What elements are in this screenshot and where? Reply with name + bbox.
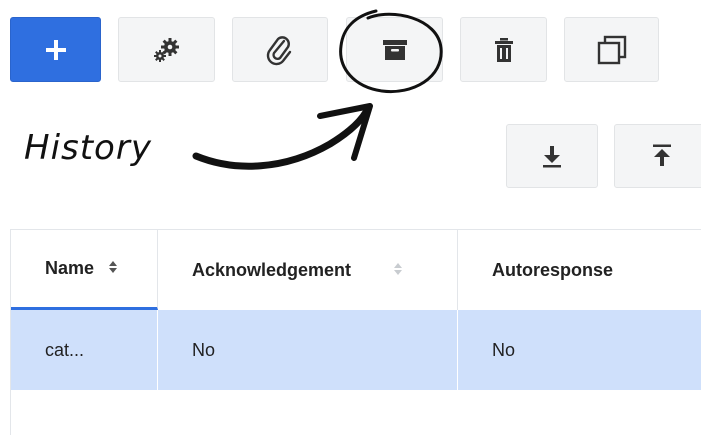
delete-button[interactable]: [460, 17, 547, 82]
settings-button[interactable]: [118, 17, 215, 82]
copy-button[interactable]: [564, 17, 659, 82]
paperclip-icon: [266, 35, 292, 65]
table-row[interactable]: cat... No No: [11, 310, 701, 390]
column-header-acknowledgement[interactable]: Acknowledgement: [158, 230, 458, 310]
history-annotation-label: History: [24, 128, 152, 168]
history-button[interactable]: [346, 17, 443, 82]
attachment-button[interactable]: [232, 17, 328, 82]
column-header-autoresponse[interactable]: Autoresponse: [458, 230, 701, 310]
gears-icon: [153, 37, 179, 62]
data-table: Name Acknowledgement Autoresponse cat...…: [10, 229, 701, 435]
download-button[interactable]: [506, 124, 598, 188]
upload-icon: [653, 144, 671, 166]
annotation-arrowhead: [317, 103, 373, 161]
cell-acknowledgement: No: [158, 310, 458, 390]
download-icon: [543, 146, 561, 168]
upload-button[interactable]: [614, 124, 701, 188]
column-header-name[interactable]: Name: [11, 230, 158, 310]
trash-icon: [494, 37, 513, 62]
cell-name: cat...: [11, 310, 158, 390]
plus-icon: [45, 39, 66, 60]
copy-icon: [597, 35, 626, 64]
add-button[interactable]: [10, 17, 101, 82]
table-header-row: Name Acknowledgement Autoresponse: [11, 230, 701, 310]
archive-box-icon: [382, 39, 407, 60]
sort-icon: [393, 260, 403, 281]
annotation-arrow: [192, 108, 370, 170]
sort-icon: [108, 258, 118, 279]
cell-autoresponse: No: [492, 339, 516, 360]
